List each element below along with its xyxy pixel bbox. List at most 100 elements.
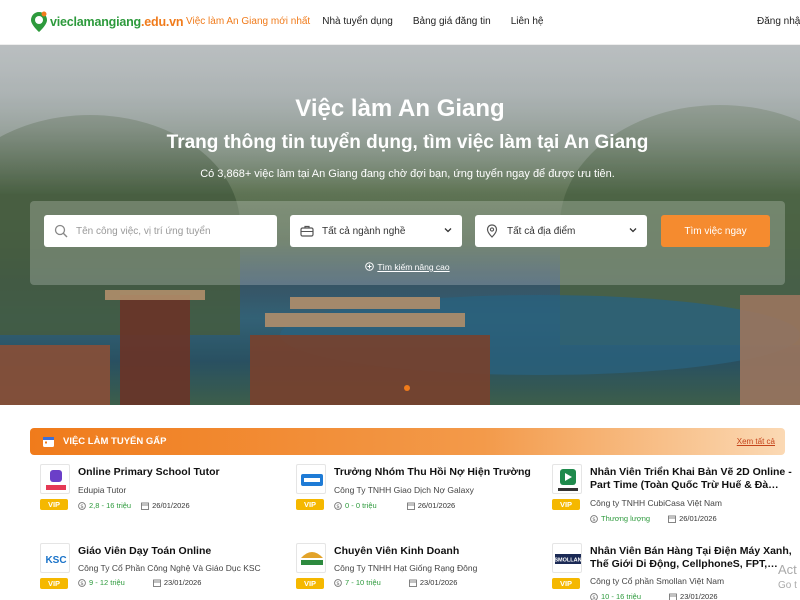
job-meta: $ Thương lượng 26/01/2026	[590, 514, 717, 523]
top-navbar: vieclamangiang.edu.vn Việc làm An Giang …	[0, 0, 800, 45]
galaxy-logo	[296, 464, 326, 494]
salary: 2,8 - 16 triệu	[89, 501, 132, 510]
location-value: Tất cả địa điểm	[507, 225, 576, 237]
nav-latest-jobs[interactable]: Việc làm An Giang mới nhất	[186, 16, 310, 27]
job-meta: $0 - 0 triệu 26/01/2026	[334, 501, 455, 510]
location-pin-logo-icon	[30, 11, 48, 33]
company-name: Công Ty TNHH Giao Dịch Nợ Galaxy	[334, 485, 474, 495]
post-date: 26/01/2026	[679, 514, 717, 523]
nav-pricing[interactable]: Bảng giá đăng tin	[413, 16, 491, 27]
carousel-dot[interactable]	[404, 385, 410, 391]
salary: 7 - 10 triệu	[345, 578, 381, 587]
job-title[interactable]: Online Primary School Tutor	[78, 466, 288, 479]
advanced-search-link[interactable]: Tìm kiếm nâng cao	[30, 262, 785, 272]
calendar-small-icon	[141, 502, 150, 510]
svg-text:$: $	[336, 504, 340, 510]
main-nav: Việc làm An Giang mới nhất Nhà tuyển dụn…	[186, 16, 564, 27]
vip-badge: VIP	[552, 578, 580, 589]
company-name: Công ty TNHH CubiCasa Việt Nam	[590, 498, 722, 508]
svg-text:$: $	[592, 517, 596, 523]
dollar-icon: $	[334, 501, 342, 510]
svg-text:$: $	[80, 504, 84, 510]
salary: 0 - 0 triệu	[345, 501, 377, 510]
job-meta: $9 - 12 triệu 23/01/2026	[78, 578, 201, 587]
post-date: 23/01/2026	[419, 578, 458, 587]
company-name: Edupia Tutor	[78, 485, 127, 495]
job-meta: $2,8 - 16 triệu 26/01/2026	[78, 501, 190, 510]
keyword-search-input[interactable]: Tên công việc, vị trí ứng tuyển	[44, 215, 277, 247]
dollar-icon: $	[78, 501, 86, 510]
post-date: 23/01/2026	[163, 578, 202, 587]
salary: 10 - 16 triệu	[601, 592, 642, 600]
site-logo[interactable]: vieclamangiang.edu.vn	[30, 10, 184, 34]
search-button[interactable]: Tìm việc ngay	[661, 215, 770, 247]
location-select[interactable]: Tất cả địa điểm	[475, 215, 647, 247]
nav-contact[interactable]: Liên hệ	[511, 16, 544, 27]
vip-badge: VIP	[296, 499, 324, 510]
job-card[interactable]: VIP Nhân Viên Triển Khai Bản Vẽ 2D Onlin…	[552, 464, 792, 524]
job-title[interactable]: Chuyên Viên Kinh Doanh	[334, 545, 544, 558]
job-card[interactable]: VIP Trưởng Nhóm Thu Hồi Nợ Hiện Trường C…	[296, 464, 536, 524]
calendar-small-icon	[669, 593, 677, 600]
vip-badge: VIP	[296, 578, 324, 589]
dollar-icon: $	[590, 514, 598, 523]
advanced-search-label: Tìm kiếm nâng cao	[377, 262, 450, 272]
ksc-logo: KSC	[40, 543, 70, 573]
calendar-small-icon	[406, 502, 415, 510]
svg-text:KSC: KSC	[45, 555, 66, 566]
career-value: Tất cả ngành nghề	[322, 225, 406, 237]
calendar-small-icon	[152, 579, 161, 587]
urgent-jobs-header: VIỆC LÀM TUYỂN GẤP Xem tất cả	[30, 428, 785, 455]
salary: 9 - 12 triệu	[89, 578, 125, 587]
hero-title: Việc làm An Giang	[295, 95, 505, 122]
see-all-link[interactable]: Xem tất cả	[737, 437, 775, 446]
svg-text:$: $	[80, 581, 84, 587]
login-link[interactable]: Đăng nhập	[757, 16, 800, 27]
job-card[interactable]: VIP Chuyên Viên Kinh Doanh Công Ty TNHH …	[296, 543, 536, 600]
location-pin-icon	[485, 224, 499, 238]
svg-text:$: $	[336, 581, 340, 587]
career-select[interactable]: Tất cả ngành nghề	[290, 215, 462, 247]
job-card[interactable]: VIP Online Primary School Tutor Edupia T…	[40, 464, 280, 524]
chevron-down-icon	[444, 226, 452, 234]
job-title[interactable]: Nhân Viên Triển Khai Bản Vẽ 2D Online - …	[590, 466, 800, 492]
job-card[interactable]: KSC VIP Giáo Viên Dạy Toán Online Công T…	[40, 543, 280, 600]
company-name: Công ty Cổ phần Smollan Việt Nam	[590, 576, 725, 586]
salary: Thương lượng	[601, 514, 651, 523]
calendar-small-icon	[408, 579, 417, 587]
job-title[interactable]: Trưởng Nhóm Thu Hồi Nợ Hiện Trường	[334, 466, 544, 479]
cubicasa-logo	[552, 464, 582, 494]
activation-watermark: Act	[778, 562, 797, 577]
rang-dong-logo	[296, 543, 326, 573]
smollan-logo: SMOLLAN	[552, 543, 582, 573]
search-panel: Tên công việc, vị trí ứng tuyển Tất cả n…	[30, 201, 785, 285]
hero-description: Có 3,868+ việc làm tại An Giang đang chờ…	[200, 168, 615, 180]
post-date: 23/01/2026	[680, 592, 718, 600]
dollar-icon: $	[78, 578, 86, 587]
search-icon	[54, 224, 68, 238]
job-title[interactable]: Nhân Viên Bán Hàng Tại Điện Máy Xanh, Th…	[590, 545, 800, 571]
company-name: Công Ty TNHH Hạt Giống Rạng Đông	[334, 563, 478, 573]
hero-subtitle: Trang thông tin tuyển dụng, tìm việc làm…	[166, 132, 649, 153]
urgent-jobs-title: VIỆC LÀM TUYỂN GẤP	[63, 436, 167, 447]
chevron-down-icon	[629, 226, 637, 234]
svg-text:SMOLLAN: SMOLLAN	[554, 558, 581, 564]
plus-circle-icon	[365, 262, 375, 271]
svg-text:$: $	[592, 595, 596, 600]
logo-text: vieclamangiang.edu.vn	[50, 15, 184, 29]
job-meta: $10 - 16 triệu 23/01/2026	[590, 592, 718, 600]
company-name: Công Ty Cổ Phần Công Nghệ Và Giáo Dục KS…	[78, 563, 261, 573]
job-card[interactable]: SMOLLAN VIP Nhân Viên Bán Hàng Tại Điện …	[552, 543, 792, 600]
vip-badge: VIP	[552, 499, 580, 510]
nav-employers[interactable]: Nhà tuyển dụng	[322, 16, 393, 27]
job-title[interactable]: Giáo Viên Dạy Toán Online	[78, 545, 288, 558]
job-meta: $7 - 10 triệu 23/01/2026	[334, 578, 457, 587]
dollar-icon: $	[334, 578, 342, 587]
post-date: 26/01/2026	[152, 501, 190, 510]
vip-badge: VIP	[40, 578, 68, 589]
calendar-small-icon	[668, 515, 677, 523]
calendar-icon	[42, 435, 55, 448]
hero-banner: Việc làm An Giang Trang thông tin tuyển …	[0, 45, 800, 405]
dollar-icon: $	[590, 592, 598, 600]
post-date: 26/01/2026	[417, 501, 456, 510]
